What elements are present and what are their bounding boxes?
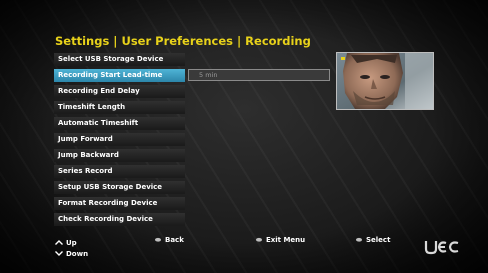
up-hint[interactable]: Up — [55, 239, 77, 247]
back-hint[interactable]: ⬬ Back — [155, 236, 184, 245]
menu-item-select-usb-storage[interactable]: Select USB Storage Device — [54, 53, 185, 66]
menu-item-jump-forward[interactable]: Jump Forward — [54, 133, 185, 146]
menu-item-automatic-timeshift[interactable]: Automatic Timeshift — [54, 117, 185, 130]
menu-item-format-recording-device[interactable]: Format Recording Device — [54, 197, 185, 210]
menu-item-check-recording-device[interactable]: Check Recording Device — [54, 213, 185, 226]
uec-logo — [424, 238, 460, 260]
settings-menu: Select USB Storage Device Recording Star… — [54, 53, 185, 229]
back-label: Back — [164, 236, 184, 244]
remote-button-icon: ⬬ — [356, 236, 362, 244]
select-label: Select — [365, 236, 391, 244]
up-label: Up — [66, 239, 77, 247]
menu-item-series-record[interactable]: Series Record — [54, 165, 185, 178]
remote-button-icon: ⬬ — [155, 236, 161, 244]
menu-item-recording-start-lead-time[interactable]: Recording Start Lead-time — [54, 69, 185, 82]
pip-indicator — [341, 57, 345, 60]
chevron-down-icon — [55, 251, 63, 256]
page-title: Settings | User Preferences | Recording — [55, 34, 311, 48]
down-label: Down — [66, 250, 89, 258]
exit-menu-label: Exit Menu — [265, 236, 306, 244]
preview-image — [337, 53, 433, 109]
brand-logo-icon — [424, 241, 459, 255]
menu-item-timeshift-length[interactable]: Timeshift Length — [54, 101, 185, 114]
chevron-up-icon — [55, 240, 63, 245]
live-tv-preview — [336, 52, 434, 110]
down-hint[interactable]: Down — [55, 250, 88, 258]
select-hint[interactable]: ⬬ Select — [356, 236, 390, 245]
tv-screen: Settings | User Preferences | Recording … — [0, 0, 488, 273]
menu-item-setup-usb-storage[interactable]: Setup USB Storage Device — [54, 181, 185, 194]
lead-time-value-field[interactable]: 5 min — [188, 69, 330, 81]
menu-item-jump-backward[interactable]: Jump Backward — [54, 149, 185, 162]
exit-menu-hint[interactable]: ⬬ Exit Menu — [256, 236, 305, 245]
remote-button-icon: ⬬ — [256, 236, 262, 244]
menu-item-recording-end-delay[interactable]: Recording End Delay — [54, 85, 185, 98]
